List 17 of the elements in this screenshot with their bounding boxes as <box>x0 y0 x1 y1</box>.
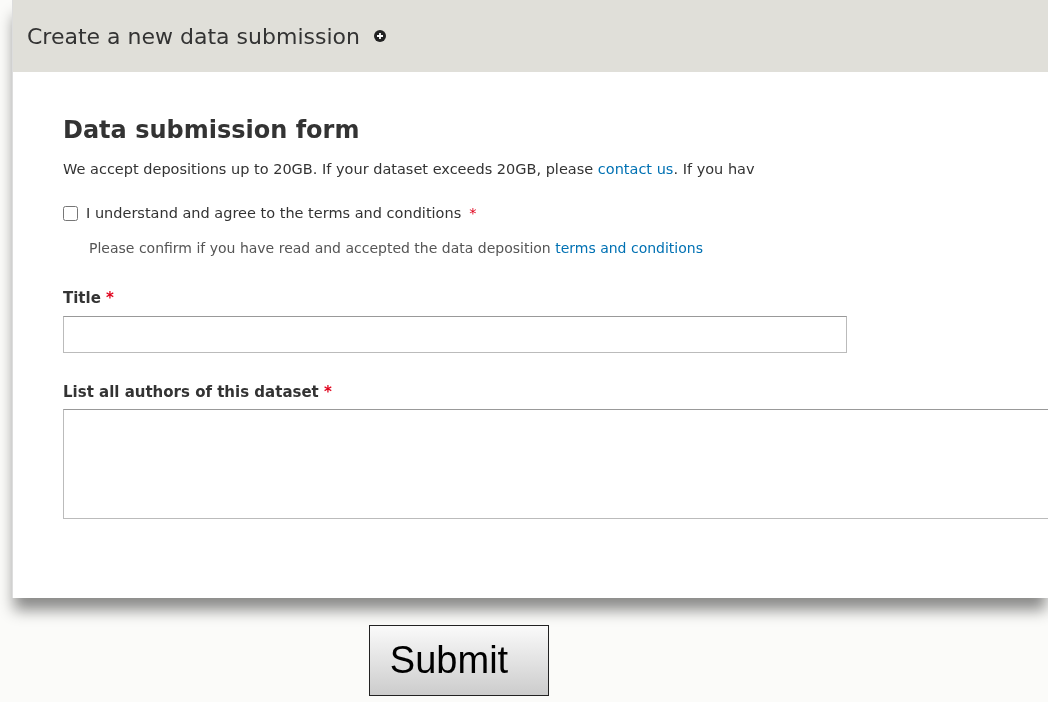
terms-help-text: Please confirm if you have read and accepted the data deposition terms and conditions <box>89 239 704 259</box>
intro-text: We accept depositions up to 20GB. If your dataset exceeds 20GB, please contact us. If you hav <box>63 159 756 179</box>
authors-field[interactable] <box>63 409 1048 520</box>
contact-link[interactable]: contact us <box>597 160 674 177</box>
terms-label: I understand and agree to the terms and conditions <box>86 203 462 223</box>
title-field[interactable] <box>63 315 847 353</box>
field-label: List all authors of this dataset <box>63 382 320 401</box>
required-mark: * <box>106 289 114 308</box>
form-heading: Data submission form <box>63 116 361 145</box>
submit-button[interactable]: Submit <box>368 625 550 696</box>
required-mark: * <box>469 203 477 223</box>
terms-link[interactable]: terms and conditions <box>555 240 703 257</box>
required-mark: * <box>324 382 332 401</box>
add-icon[interactable] <box>373 30 386 42</box>
panel-title: Create a new data submission <box>27 22 360 51</box>
field-label: Title <box>63 289 102 308</box>
terms-checkbox[interactable] <box>63 205 78 221</box>
